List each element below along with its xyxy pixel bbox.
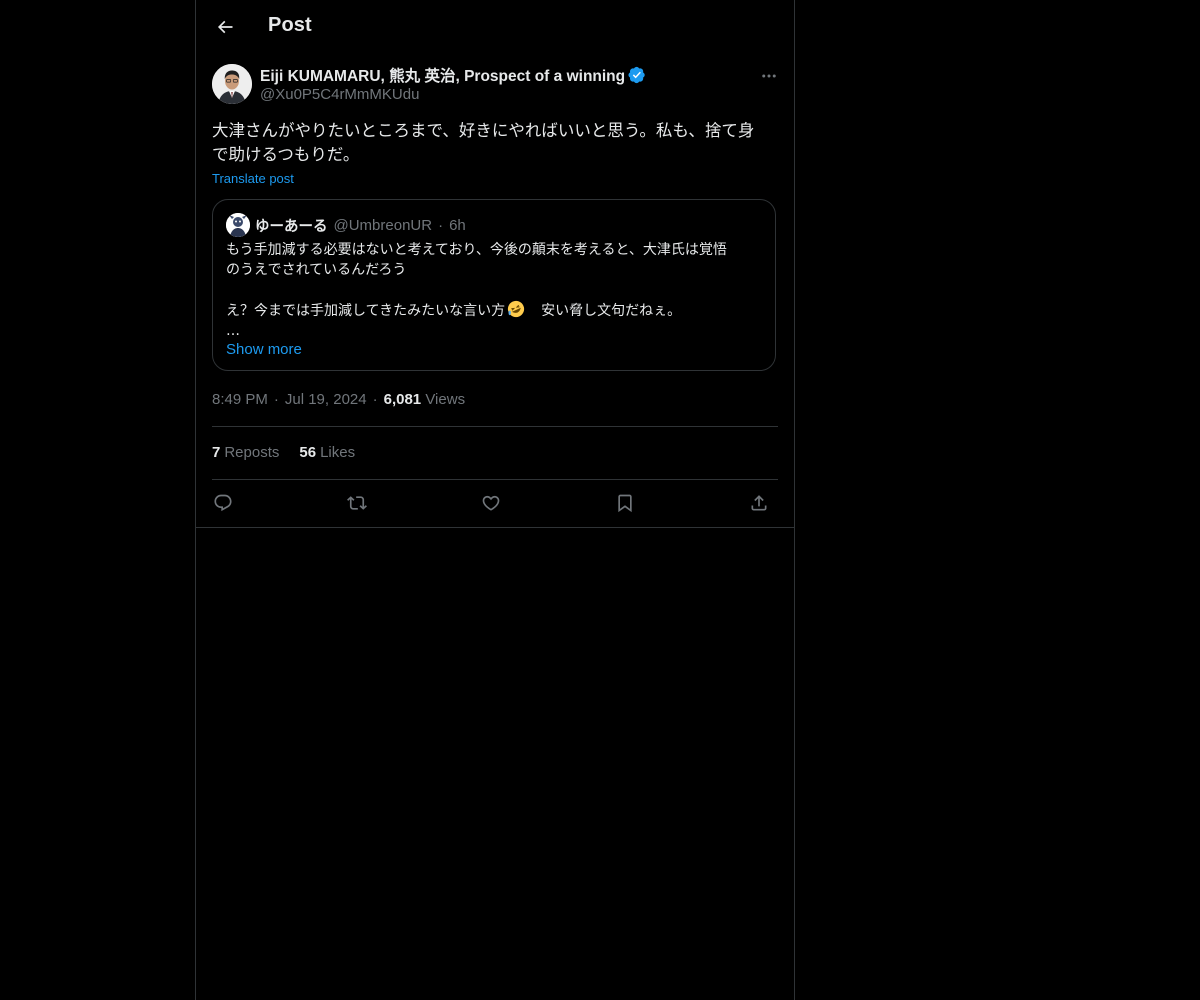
- back-button[interactable]: [208, 10, 242, 44]
- share-icon: [751, 495, 767, 511]
- quote-author-handle: @UmbreonUR: [333, 216, 433, 234]
- quote-text-line: え？今までは手加減してきたみたいな言い方 安い脅し文句だねぇ。: [226, 300, 766, 321]
- likes-label: Likes: [320, 444, 356, 461]
- reposts-count: 7: [212, 444, 221, 461]
- post-stats: 7 Reposts 56 Likes: [212, 444, 355, 461]
- quote-separator: ·: [438, 216, 444, 234]
- repost-icon: [347, 496, 367, 510]
- post-time[interactable]: 8:49 PM: [212, 391, 268, 408]
- quote-ellipsis: …: [226, 323, 240, 339]
- post-meta: 8:49 PM · Jul 19, 2024 · 6,081 Views: [212, 391, 465, 408]
- rolling-on-the-floor-laughing-emoji-icon: [507, 300, 525, 318]
- page-title: Post: [268, 14, 312, 36]
- quote-text-line: もう手加減する必要はないと考えており、今後の顛末を考えると、大津氏は覚悟: [226, 242, 727, 258]
- author-handle[interactable]: @Xu0P5C4rMmMKUdu: [260, 86, 419, 103]
- header: Post: [196, 0, 794, 53]
- divider: [212, 479, 778, 480]
- views-label: Views: [425, 391, 466, 408]
- meta-separator: ·: [372, 391, 378, 408]
- post-text-line: 大津さんがやりたいところまで、好きにやればいいと思う。私も、捨て身: [212, 121, 755, 140]
- divider: [212, 426, 778, 427]
- author-name[interactable]: Eiji KUMAMARU, 熊丸 英治, Prospect of a winn…: [260, 64, 625, 86]
- reposts-stat[interactable]: 7 Reposts: [212, 444, 279, 461]
- views-count: 6,081: [383, 391, 422, 408]
- bookmark-icon: [618, 494, 632, 513]
- more-button[interactable]: [756, 66, 782, 86]
- arrow-left-icon: [217, 20, 233, 34]
- more-horizontal-icon: [762, 74, 776, 78]
- quote-avatar-image: [226, 213, 250, 237]
- verified-badge-icon: [628, 66, 646, 84]
- quote-text: もう手加減する必要はないと考えており、今後の顛末を考えると、大津氏は覚悟 のうえ…: [226, 240, 766, 341]
- repost-button[interactable]: [340, 486, 374, 520]
- quote-author-name: ゆーあーる: [255, 218, 328, 235]
- quote-text-segment: え？今までは手加減してきたみたいな言い方: [226, 303, 506, 319]
- bookmark-button[interactable]: [608, 486, 642, 520]
- heart-icon: [482, 495, 500, 511]
- show-more-link[interactable]: Show more: [226, 341, 302, 358]
- reply-icon: [214, 494, 232, 512]
- quote-timestamp: 6h: [449, 216, 466, 234]
- author-name-row[interactable]: Eiji KUMAMARU, 熊丸 英治, Prospect of a winn…: [260, 64, 646, 86]
- translate-post-link[interactable]: Translate post: [212, 171, 294, 186]
- post-date[interactable]: Jul 19, 2024: [285, 391, 367, 408]
- quote-text-line: のうえでされているんだろう: [226, 262, 407, 278]
- post-detail-column: Post Eiji KUMAMARU, 熊丸 英治, Prospect of a…: [195, 0, 795, 1000]
- likes-stat[interactable]: 56 Likes: [299, 444, 355, 461]
- quoted-post-card[interactable]: ゆーあーる @UmbreonUR · 6h もう手加減する必要はないと考えており…: [212, 199, 776, 371]
- quote-header: ゆーあーる @UmbreonUR · 6h: [255, 214, 466, 236]
- quote-text-segment: 安い脅し文句だねぇ。: [527, 303, 682, 319]
- avatar[interactable]: [212, 64, 252, 104]
- reply-button[interactable]: [206, 486, 240, 520]
- reposts-label: Reposts: [224, 444, 280, 461]
- divider: [196, 527, 794, 528]
- post-text-line: で助けるつもりだ。: [212, 145, 360, 164]
- share-button[interactable]: [742, 486, 776, 520]
- quote-avatar: [226, 213, 250, 237]
- action-bar: [212, 486, 778, 520]
- post-text: 大津さんがやりたいところまで、好きにやればいいと思う。私も、捨て身 で助けるつも…: [212, 119, 778, 167]
- likes-count: 56: [299, 444, 317, 461]
- meta-separator: ·: [273, 391, 279, 408]
- like-button[interactable]: [474, 486, 508, 520]
- author-avatar-image: [212, 64, 252, 104]
